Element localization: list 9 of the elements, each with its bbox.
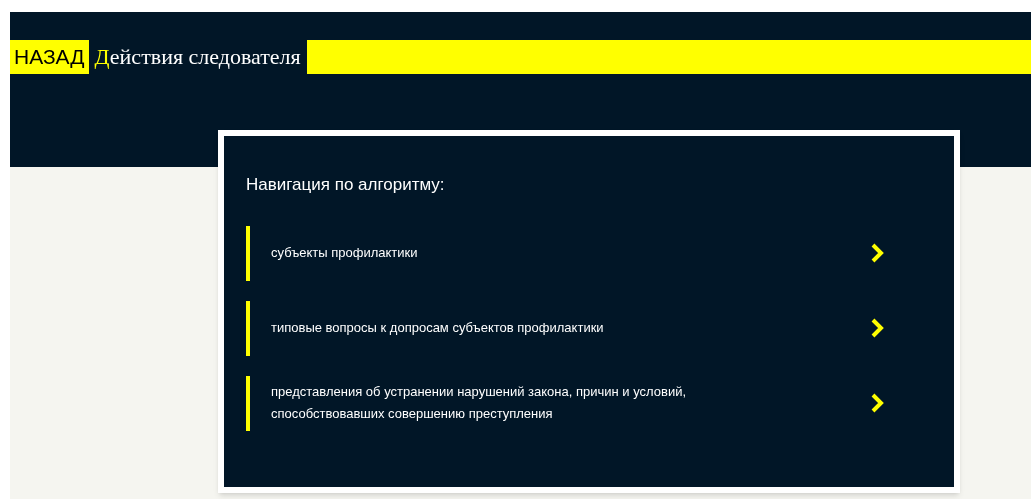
- navigation-item[interactable]: субъекты профилактики: [246, 225, 884, 281]
- page-title: Действия следователя: [93, 43, 302, 71]
- navigation-item[interactable]: типовые вопросы к допросам субъектов профилактики: [246, 300, 884, 356]
- chevron-right-icon: [870, 392, 884, 414]
- back-button[interactable]: НАЗАД: [10, 40, 89, 74]
- navigation-heading: Навигация по алгоритму:: [246, 174, 446, 196]
- chevron-right-icon: [870, 317, 884, 339]
- navigation-item[interactable]: представления об устранении нарушений закона, причин и условий, способствовавших совершению преступления: [246, 375, 884, 431]
- chevron-right-icon: [870, 242, 884, 264]
